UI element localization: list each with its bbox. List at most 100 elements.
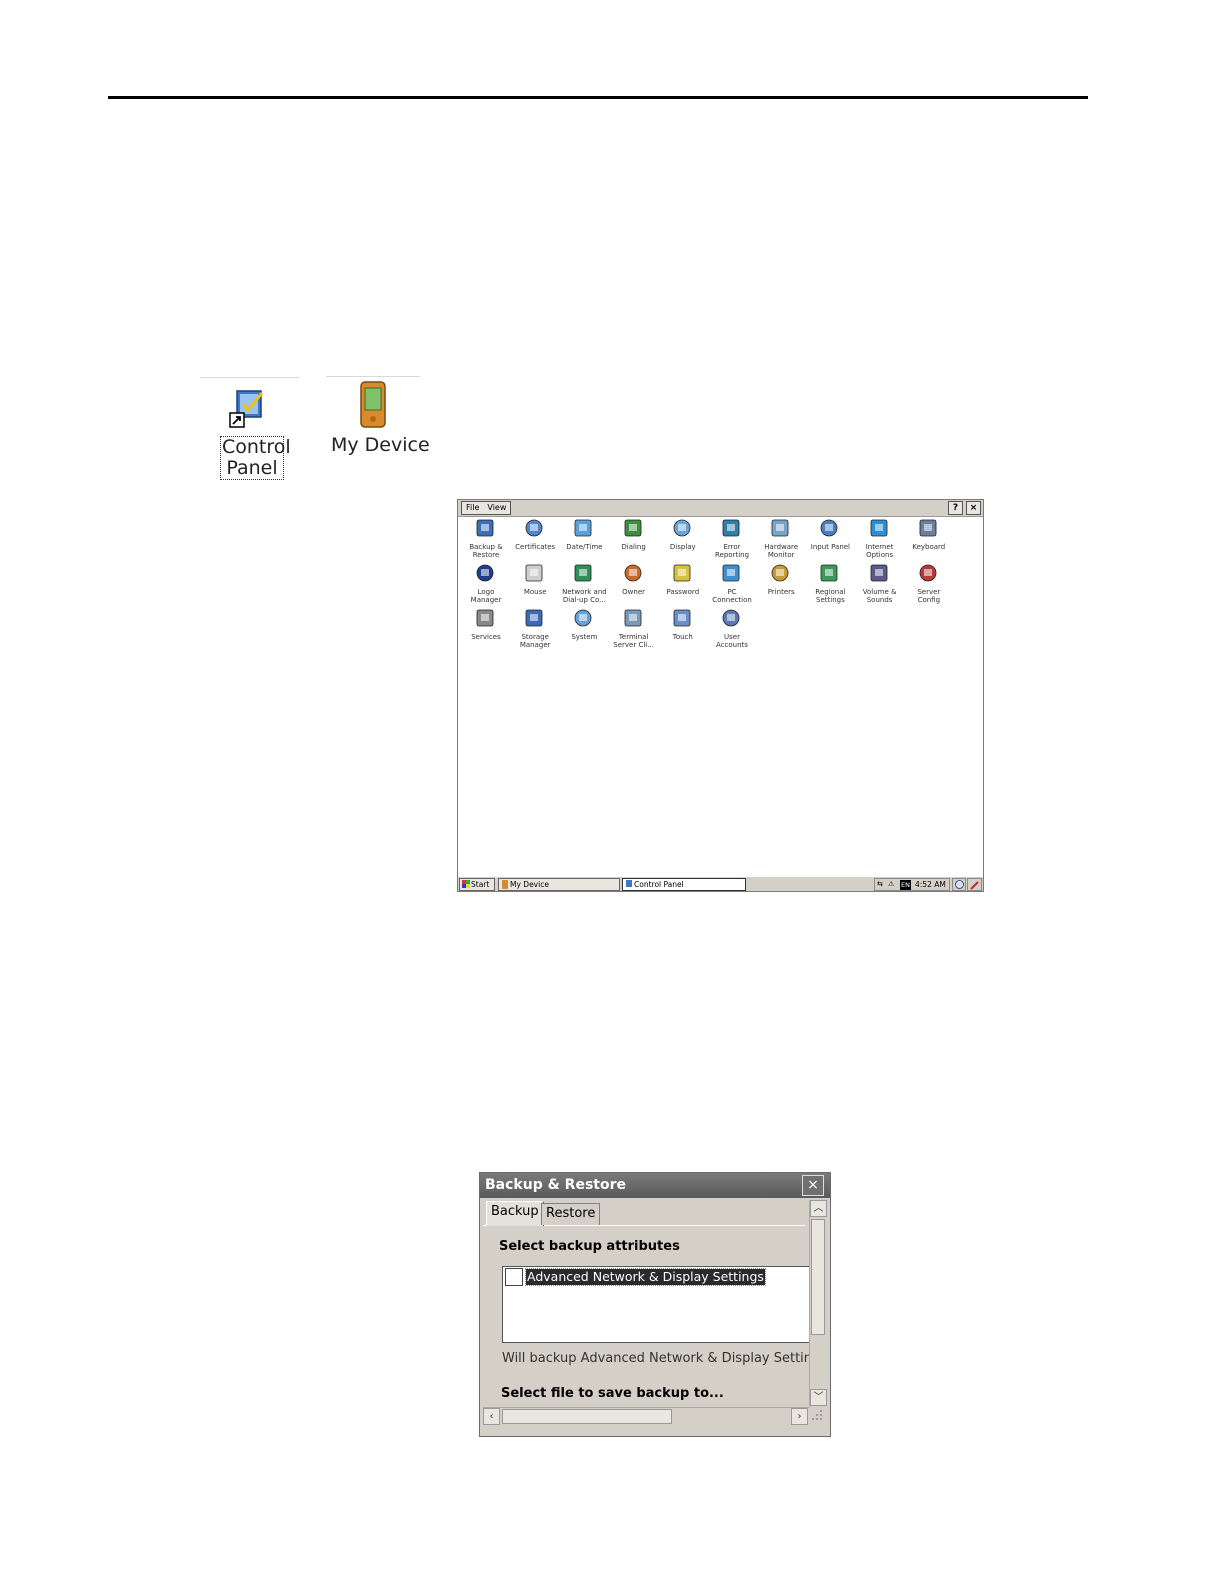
control-panel-item[interactable]: Password	[658, 563, 708, 607]
control-panel-item[interactable]: Storage Manager	[510, 608, 560, 652]
system-icon	[574, 609, 592, 627]
server-config-icon	[919, 564, 937, 582]
owner-icon	[624, 564, 641, 582]
menu-bar: File View ? ×	[458, 500, 983, 517]
dialog-title: Backup & Restore	[485, 1177, 626, 1193]
control-panel-item[interactable]: Mouse	[510, 563, 560, 607]
desktop-toggle-button[interactable]	[952, 878, 966, 891]
control-panel-item-label: Server Config	[917, 588, 941, 604]
control-panel-item[interactable]: Volume & Sounds	[855, 563, 905, 607]
taskbar-control-panel-label: Control Panel	[634, 880, 684, 889]
chevron-down-icon: ﹀	[813, 1392, 824, 1403]
control-panel-icon	[626, 880, 632, 887]
scroll-up-button[interactable]: ︿	[810, 1200, 827, 1217]
control-panel-item[interactable]: Date/Time	[559, 518, 609, 562]
horizontal-scroll-thumb[interactable]	[502, 1409, 672, 1424]
start-label: Start	[471, 880, 490, 889]
control-panel-item[interactable]: Printers	[756, 563, 806, 607]
control-panel-item-label: Keyboard	[912, 543, 946, 551]
control-panel-item[interactable]: Error Reporting	[707, 518, 757, 562]
control-panel-item[interactable]: PC Connection	[707, 563, 757, 607]
control-panel-item[interactable]: Dialing	[609, 518, 659, 562]
control-panel-item[interactable]: Certificates	[510, 518, 560, 562]
control-panel-item[interactable]: Backup & Restore	[461, 518, 511, 562]
menu-view[interactable]: View	[483, 502, 510, 514]
close-icon: ×	[807, 1177, 819, 1193]
section-heading: Select backup attributes	[499, 1239, 680, 1254]
scroll-down-button[interactable]: ﹀	[810, 1389, 827, 1406]
globe-icon	[870, 519, 887, 537]
start-button[interactable]: Start	[459, 878, 495, 891]
mouse-icon	[525, 564, 543, 582]
error-report-icon	[722, 519, 740, 537]
dialog-close-button[interactable]: ×	[802, 1175, 824, 1196]
network-tray-icon[interactable]: ⇆	[877, 879, 883, 890]
taskbar-my-device-label: My Device	[510, 880, 549, 889]
desktop-icon-my-device[interactable]: My Device	[326, 376, 430, 466]
vertical-scrollbar[interactable]: ︿ ﹀	[809, 1200, 827, 1407]
control-panel-item[interactable]: Logo Manager	[461, 563, 511, 607]
taskbar-my-device[interactable]: My Device	[498, 878, 620, 891]
control-panel-item[interactable]: Touch	[658, 608, 708, 652]
dialog-title-bar: Backup & Restore ×	[480, 1173, 830, 1198]
connection-tray-icon[interactable]: ⚠	[888, 879, 894, 890]
control-panel-item[interactable]: Regional Settings	[805, 563, 855, 607]
display-icon	[673, 519, 691, 537]
control-panel-item[interactable]: Hardware Monitor	[756, 518, 806, 562]
windows-flag-icon	[462, 880, 470, 888]
menu-group: File View	[461, 501, 512, 515]
certificate-icon	[525, 519, 543, 537]
backup-restore-dialog: Backup & Restore × Backup Restore Select…	[479, 1172, 831, 1437]
scroll-left-button[interactable]: ‹	[483, 1408, 500, 1425]
clock-icon	[574, 519, 592, 537]
menu-file[interactable]: File	[462, 502, 483, 514]
control-panel-label: Control Panel	[220, 436, 291, 480]
control-panel-item[interactable]: Internet Options	[855, 518, 905, 562]
desktop-icon-control-panel[interactable]: Control Panel	[200, 377, 300, 485]
control-panel-item[interactable]: Owner	[609, 563, 659, 607]
control-panel-item[interactable]: Keyboard	[904, 518, 954, 562]
control-panel-item[interactable]: User Accounts	[707, 608, 757, 652]
control-panel-item[interactable]: Input Panel	[805, 518, 855, 562]
storage-icon	[525, 609, 543, 627]
clock[interactable]: 4:52 AM	[915, 879, 946, 890]
control-panel-icon	[229, 390, 264, 428]
attributes-list[interactable]: Advanced Network & Display Settings	[502, 1266, 809, 1343]
control-panel-item[interactable]: Server Config	[904, 563, 954, 607]
control-panel-item-label: User Accounts	[716, 633, 748, 649]
touch-icon	[673, 609, 691, 627]
ab-logo-icon	[476, 564, 494, 582]
control-panel-item[interactable]: System	[559, 608, 609, 652]
control-panel-item[interactable]: Terminal Server Cli...	[609, 608, 659, 652]
control-panel-item[interactable]: Services	[461, 608, 511, 652]
attribute-label[interactable]: Advanced Network & Display Settings	[525, 1268, 766, 1286]
network-globe-icon	[574, 564, 592, 582]
attribute-checkbox[interactable]	[505, 1268, 523, 1286]
printer-icon	[771, 564, 789, 582]
help-button[interactable]: ?	[948, 501, 963, 515]
close-button[interactable]: ×	[966, 501, 981, 515]
chevron-up-icon: ︿	[813, 1203, 824, 1214]
control-panel-item[interactable]: Display	[658, 518, 708, 562]
tab-backup[interactable]: Backup	[486, 1201, 544, 1226]
page-top-rule	[108, 96, 1088, 99]
taskbar-control-panel[interactable]: Control Panel	[622, 878, 746, 891]
keyboard-icon	[919, 519, 937, 537]
horizontal-scrollbar[interactable]: ‹ ›	[483, 1407, 809, 1425]
control-panel-window: File View ? × Backup & Restore Certificat…	[457, 499, 984, 892]
input-panel-button[interactable]	[967, 878, 982, 891]
language-indicator[interactable]: EN	[900, 880, 911, 890]
tab-restore[interactable]: Restore	[541, 1203, 601, 1225]
taskbar: Start My Device Control Panel ⇆ ⚠ EN 4:5…	[458, 876, 983, 891]
system-tray: ⇆ ⚠ EN 4:52 AM	[874, 878, 950, 891]
desktop-icon	[955, 880, 964, 889]
user-accounts-icon	[722, 609, 740, 627]
vertical-scroll-thumb[interactable]	[811, 1219, 825, 1335]
my-device-label: My Device	[331, 434, 430, 456]
help-icon: ?	[952, 503, 959, 513]
control-panel-label-line1: Control	[222, 436, 291, 458]
resize-grip-icon[interactable]	[809, 1407, 826, 1425]
control-panel-item[interactable]: Network and Dial-up Co...	[559, 563, 609, 607]
scroll-right-button[interactable]: ›	[791, 1408, 808, 1425]
hardware-monitor-icon	[771, 519, 789, 537]
